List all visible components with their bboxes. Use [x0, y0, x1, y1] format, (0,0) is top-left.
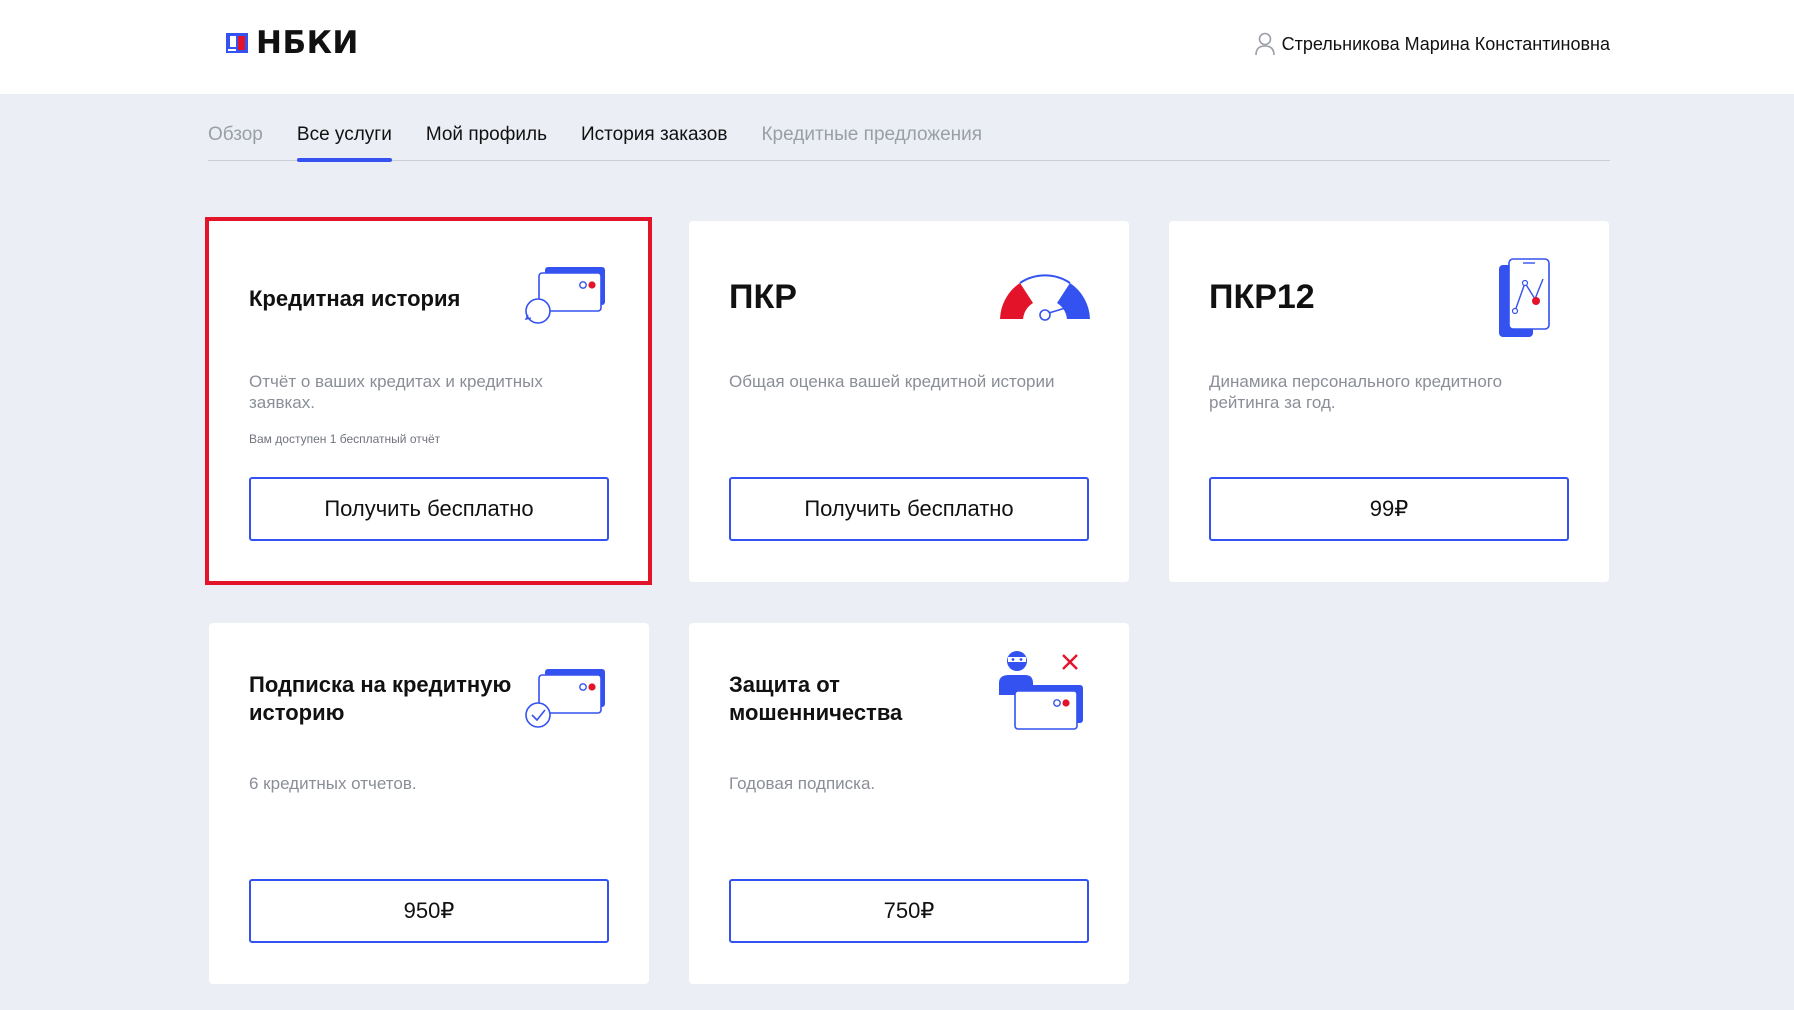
nbki-logo[interactable]: НБКИ [226, 25, 359, 61]
card-description: Динамика персонального кредитного рейтин… [1209, 372, 1503, 412]
tab-overview[interactable]: Обзор [208, 120, 263, 161]
user-name: Стрельникова Марина Константиновна [1281, 33, 1610, 54]
tab-all-services[interactable]: Все услуги [296, 120, 392, 162]
card-description: Общая оценка вашей кредитной истории [729, 372, 1055, 391]
thief-card-icon [999, 651, 1083, 730]
free-report-note: Вам доступен 1 бесплатный отчёт [249, 432, 441, 446]
card-description: Отчёт о ваших кредитах и кредитных заявк… [249, 372, 543, 412]
card-credit-history: Кредитная история Отчёт о ваших кредитах… [209, 221, 649, 582]
card-pkr12: ПКР12 Динамика персонального кредитного … [1169, 221, 1609, 582]
user-icon [1254, 32, 1275, 56]
card-subscription: Подписка на кредитную историю 6 кредитны… [209, 623, 649, 984]
card-title: Кредитная история [249, 286, 461, 311]
tab-order-history[interactable]: История заказов [581, 120, 727, 161]
get-free-button[interactable]: Получить бесплатно [729, 477, 1089, 541]
card-title: Защита от мошенничества [729, 672, 903, 725]
tab-credit-offers[interactable]: Кредитные предложения [761, 120, 982, 161]
tab-my-profile[interactable]: Мой профиль [426, 120, 547, 161]
price-99-button[interactable]: 99₽ [1209, 477, 1569, 541]
card-fraud-protection: Защита от мошенничества Годовая подписка… [689, 623, 1129, 984]
gauge-icon [1000, 274, 1090, 321]
header: НБКИ Стрельникова Марина Константиновна [0, 0, 1794, 94]
card-title: Подписка на кредитную историю [249, 672, 512, 725]
services-tabs: Обзор Все услуги Мой профиль История зак… [208, 120, 1610, 162]
get-free-button[interactable]: Получить бесплатно [249, 477, 609, 541]
phone-chart-icon [1499, 258, 1550, 337]
card-title: ПКР [729, 278, 797, 316]
credit-cards-refresh-icon [524, 267, 605, 324]
card-description: Годовая подписка. [729, 774, 876, 793]
logo-text: НБКИ [256, 25, 359, 61]
nbki-logo-icon [226, 33, 248, 53]
price-750-button[interactable]: 750₽ [729, 879, 1089, 943]
card-title: ПКР12 [1209, 278, 1315, 316]
user-menu[interactable]: Стрельникова Марина Константиновна [1254, 30, 1610, 58]
credit-cards-check-icon [525, 669, 605, 728]
price-950-button[interactable]: 950₽ [249, 879, 609, 943]
card-description: 6 кредитных отчетов. [249, 774, 417, 793]
card-pkr: ПКР Общая оценка вашей кредитной истории… [689, 221, 1129, 582]
